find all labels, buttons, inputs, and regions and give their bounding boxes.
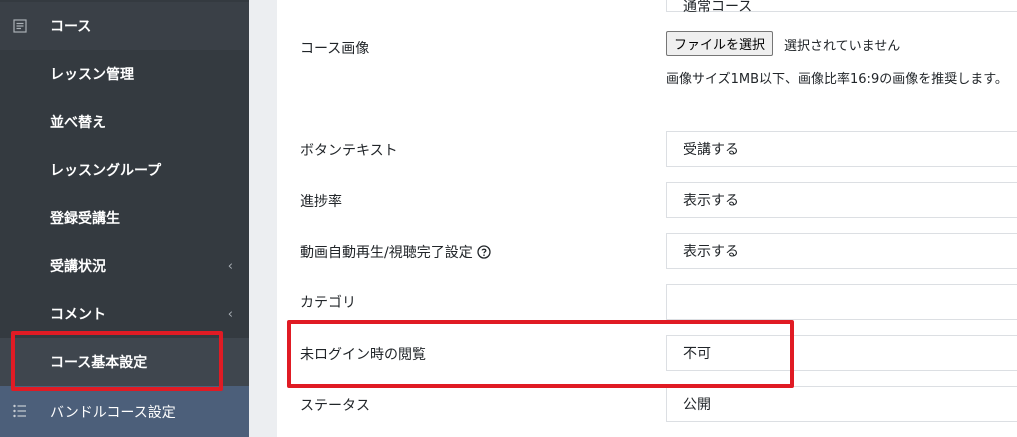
sidebar-item-course-settings[interactable]: コース基本設定 xyxy=(0,338,249,386)
course-type-select[interactable]: 通常コース xyxy=(666,0,1017,15)
course-image-label: コース画像 xyxy=(300,41,370,57)
guest-viewing-value: 不可 xyxy=(683,346,711,362)
status-label: ステータス xyxy=(300,398,370,414)
sidebar-item-label: 登録受講生 xyxy=(50,211,120,227)
category-label: カテゴリ xyxy=(300,295,356,311)
sidebar-item-comments[interactable]: コメント ‹ xyxy=(0,290,249,338)
sidebar-item-label: レッスン管理 xyxy=(50,67,134,83)
button-text-select[interactable]: 受講する xyxy=(666,131,1017,167)
chevron-left-icon: ‹ xyxy=(227,258,233,274)
sidebar: コース レッスン管理 並べ替え レッスングループ 登録受講生 受講状況 ‹ コメ… xyxy=(0,0,249,437)
course-settings-form: 通常コース コース画像 ファイルを選択 選択されていません 画像サイズ1MB以下… xyxy=(277,0,1017,437)
autoplay-setting-label: 動画自動再生/視聴完了設定 xyxy=(300,242,491,262)
sidebar-item-label: コース xyxy=(50,19,92,35)
autoplay-setting-select[interactable]: 表示する xyxy=(666,233,1017,269)
sidebar-item-label: コメント xyxy=(50,307,106,323)
list-icon xyxy=(13,404,26,418)
sidebar-item-enrolled-students[interactable]: 登録受講生 xyxy=(0,194,249,242)
file-status-text: 選択されていません xyxy=(784,39,901,54)
choose-file-button[interactable]: ファイルを選択 xyxy=(666,31,774,56)
sidebar-item-bundle-settings[interactable]: バンドルコース設定 xyxy=(0,386,249,437)
autoplay-setting-label-text: 動画自動再生/視聴完了設定 xyxy=(300,245,473,261)
document-icon xyxy=(13,19,27,33)
status-value: 公開 xyxy=(683,397,711,413)
category-input[interactable] xyxy=(666,284,1017,320)
sidebar-item-label: コース基本設定 xyxy=(50,355,148,371)
autoplay-setting-value: 表示する xyxy=(683,244,739,260)
sidebar-item-course[interactable]: コース xyxy=(0,2,249,50)
progress-rate-value: 表示する xyxy=(683,193,739,209)
course-type-value: 通常コース xyxy=(683,0,753,15)
chevron-left-icon: ‹ xyxy=(227,306,233,322)
button-text-value: 受講する xyxy=(683,142,739,158)
sidebar-item-label: 並べ替え xyxy=(50,115,106,131)
image-hint-text: 画像サイズ1MB以下、画像比率16:9の画像を推奨します。 xyxy=(666,72,1008,87)
sidebar-item-label: バンドルコース設定 xyxy=(50,404,176,421)
question-circle-icon[interactable] xyxy=(477,245,491,259)
sidebar-item-label: レッスングループ xyxy=(50,163,162,179)
progress-rate-select[interactable]: 表示する xyxy=(666,182,1017,218)
guest-viewing-select[interactable]: 不可 xyxy=(666,335,1017,371)
status-select[interactable]: 公開 xyxy=(666,386,1017,422)
sidebar-item-lesson-management[interactable]: レッスン管理 xyxy=(0,50,249,98)
content-gutter xyxy=(249,0,277,437)
guest-viewing-label: 未ログイン時の閲覧 xyxy=(300,347,426,363)
sidebar-item-label: 受講状況 xyxy=(50,259,106,275)
sidebar-item-lesson-group[interactable]: レッスングループ xyxy=(0,146,249,194)
button-text-label: ボタンテキスト xyxy=(300,143,398,159)
progress-rate-label: 進捗率 xyxy=(300,194,342,210)
sidebar-item-sort[interactable]: 並べ替え xyxy=(0,98,249,146)
sidebar-item-progress-status[interactable]: 受講状況 ‹ xyxy=(0,242,249,290)
